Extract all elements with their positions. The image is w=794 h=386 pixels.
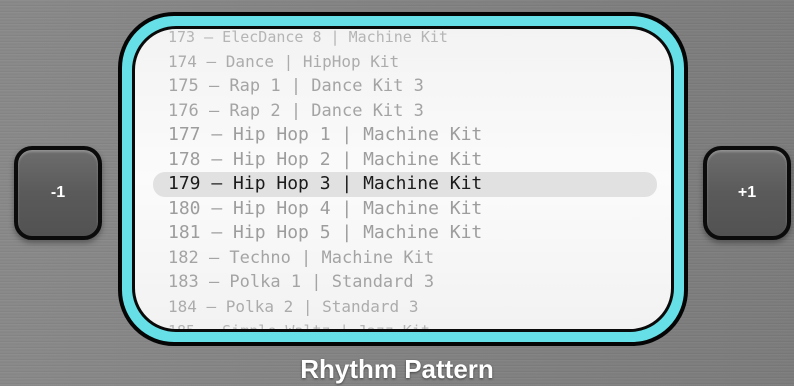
list-item[interactable]: 184 – Polka 2 | Standard 3 <box>135 295 671 320</box>
list-item[interactable]: 174 – Dance | HipHop Kit <box>135 50 671 75</box>
panel-title: Rhythm Pattern <box>300 354 494 384</box>
pattern-list[interactable]: 173 – ElecDance 8 | Machine Kit 174 – Da… <box>135 29 671 329</box>
decrement-button[interactable]: -1 <box>14 146 102 240</box>
rhythm-pattern-panel: -1 173 – ElecDance 8 | Machine Kit 174 –… <box>0 0 794 386</box>
list-item[interactable]: 175 – Rap 1 | Dance Kit 3 <box>135 74 671 99</box>
list-item[interactable]: 182 – Techno | Machine Kit <box>135 246 671 271</box>
list-item[interactable]: 173 – ElecDance 8 | Machine Kit <box>135 29 671 50</box>
list-item[interactable]: 178 – Hip Hop 2 | Machine Kit <box>135 148 671 173</box>
list-item[interactable]: 177 – Hip Hop 1 | Machine Kit <box>135 123 671 148</box>
list-item[interactable]: 185 – Simple Waltz | Jazz Kit <box>135 319 671 329</box>
pattern-screen-bezel: 173 – ElecDance 8 | Machine Kit 174 – Da… <box>118 12 688 346</box>
decrement-label: -1 <box>50 184 66 201</box>
pattern-screen[interactable]: 173 – ElecDance 8 | Machine Kit 174 – Da… <box>132 26 674 332</box>
list-item[interactable]: 180 – Hip Hop 4 | Machine Kit <box>135 197 671 222</box>
list-item[interactable]: 176 – Rap 2 | Dance Kit 3 <box>135 99 671 124</box>
selected-list-item[interactable]: 179 – Hip Hop 3 | Machine Kit <box>153 172 657 197</box>
list-item[interactable]: 183 – Polka 1 | Standard 3 <box>135 270 671 295</box>
increment-button[interactable]: +1 <box>703 146 791 240</box>
increment-label: +1 <box>737 184 757 201</box>
list-item[interactable]: 181 – Hip Hop 5 | Machine Kit <box>135 221 671 246</box>
